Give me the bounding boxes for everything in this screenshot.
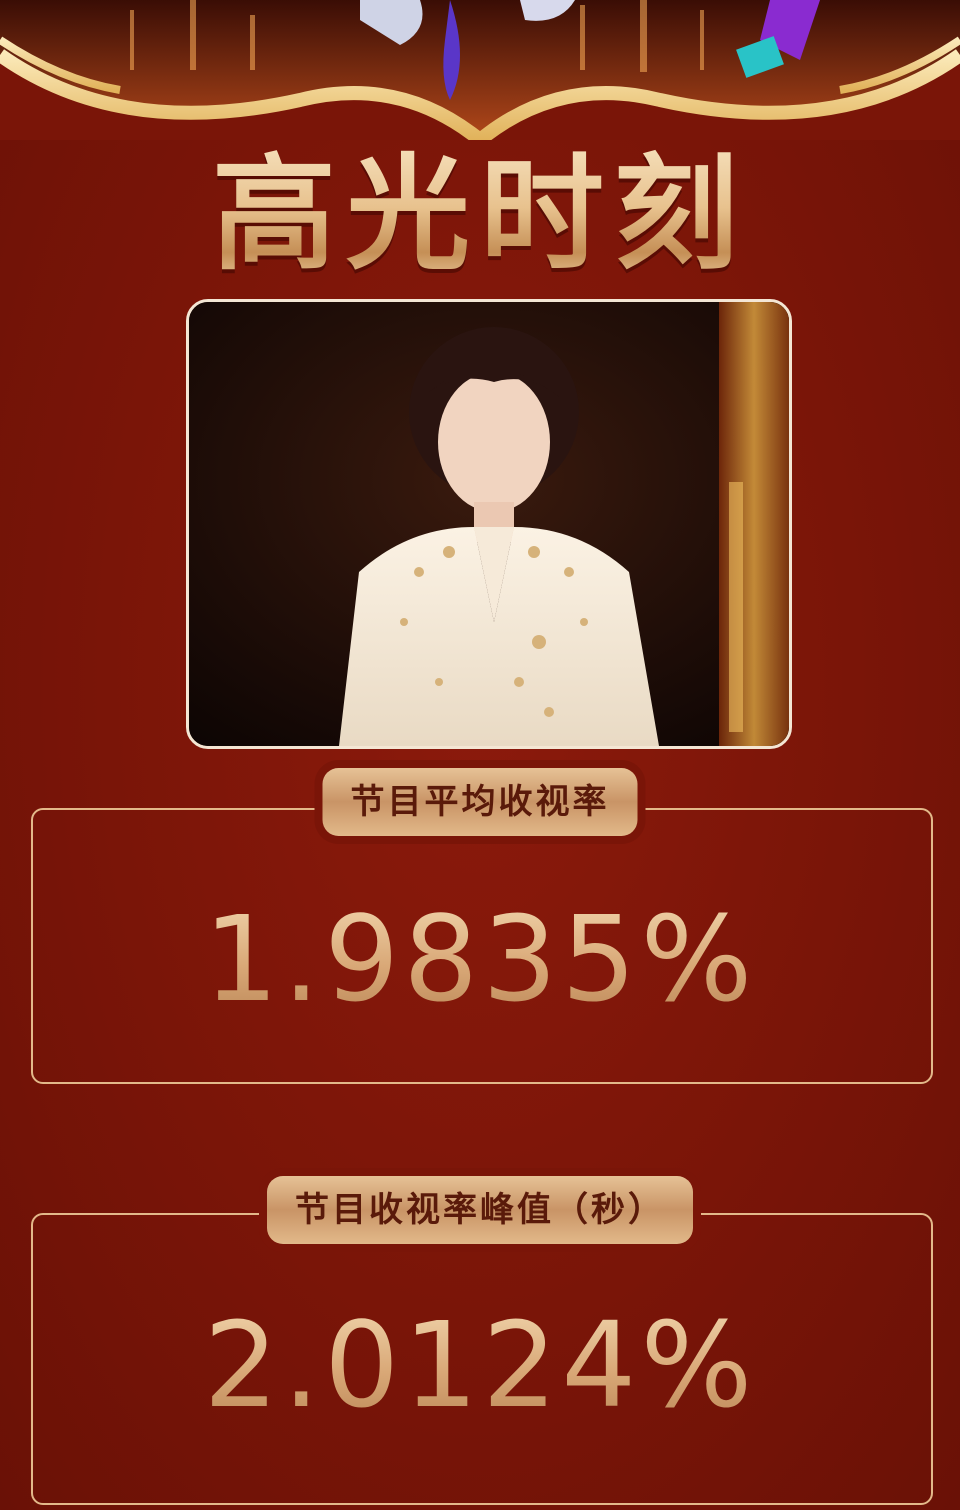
performer-photo — [186, 299, 792, 749]
top-banner — [0, 0, 960, 140]
stat-label-average: 节目平均收视率 — [322, 768, 638, 836]
stat-label-peak: 节目收视率峰值（秒） — [267, 1176, 693, 1244]
stat-value-peak: 2.0124% — [0, 1296, 960, 1434]
stat-value-average: 1.9835% — [0, 890, 960, 1028]
page-title: 高光时刻 — [0, 140, 960, 290]
